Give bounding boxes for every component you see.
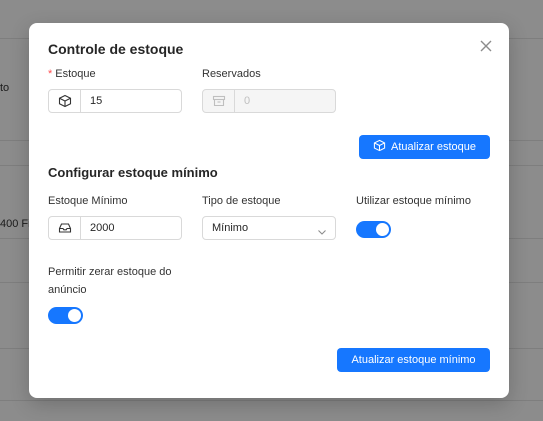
chevron-down-icon (317, 223, 327, 245)
archive-icon (203, 90, 235, 112)
close-icon[interactable] (477, 37, 495, 55)
reserved-input: 0 (202, 89, 336, 113)
update-min-stock-label: Atualizar estoque mínimo (351, 354, 476, 366)
box-icon (49, 90, 81, 112)
reserved-value: 0 (244, 95, 251, 107)
required-mark: * (48, 68, 53, 80)
use-min-stock-label: Utilizar estoque mínimo (356, 195, 471, 207)
toggle-knob (376, 223, 389, 236)
min-stock-section-title: Configurar estoque mínimo (48, 165, 218, 180)
modal-title: Controle de estoque (48, 41, 184, 57)
stock-control-modal: Controle de estoque * Estoque 15 Reservad… (29, 23, 509, 398)
allow-zero-label: Permitir zerar estoque do anúncio (48, 266, 172, 296)
update-min-stock-button[interactable]: Atualizar estoque mínimo (337, 348, 490, 372)
allow-zero-toggle[interactable] (48, 307, 83, 324)
update-stock-button[interactable]: Atualizar estoque (359, 135, 490, 159)
stock-type-value: Mínimo (212, 222, 249, 234)
toggle-knob (68, 309, 81, 322)
update-stock-label: Atualizar estoque (391, 141, 476, 153)
stock-type-select[interactable]: Mínimo (202, 216, 336, 240)
reserved-label: Reservados (202, 68, 261, 80)
inbox-icon (49, 217, 81, 239)
stock-value: 15 (90, 95, 103, 107)
min-stock-value: 2000 (90, 222, 115, 234)
stock-type-label: Tipo de estoque (202, 195, 281, 207)
stock-label-text: Estoque (55, 68, 96, 80)
min-stock-label: Estoque Mínimo (48, 195, 128, 207)
min-stock-input[interactable]: 2000 (48, 216, 182, 240)
stock-label: * Estoque (48, 68, 96, 80)
sync-box-icon (373, 139, 386, 155)
stock-input[interactable]: 15 (48, 89, 182, 113)
use-min-stock-toggle[interactable] (356, 221, 391, 238)
